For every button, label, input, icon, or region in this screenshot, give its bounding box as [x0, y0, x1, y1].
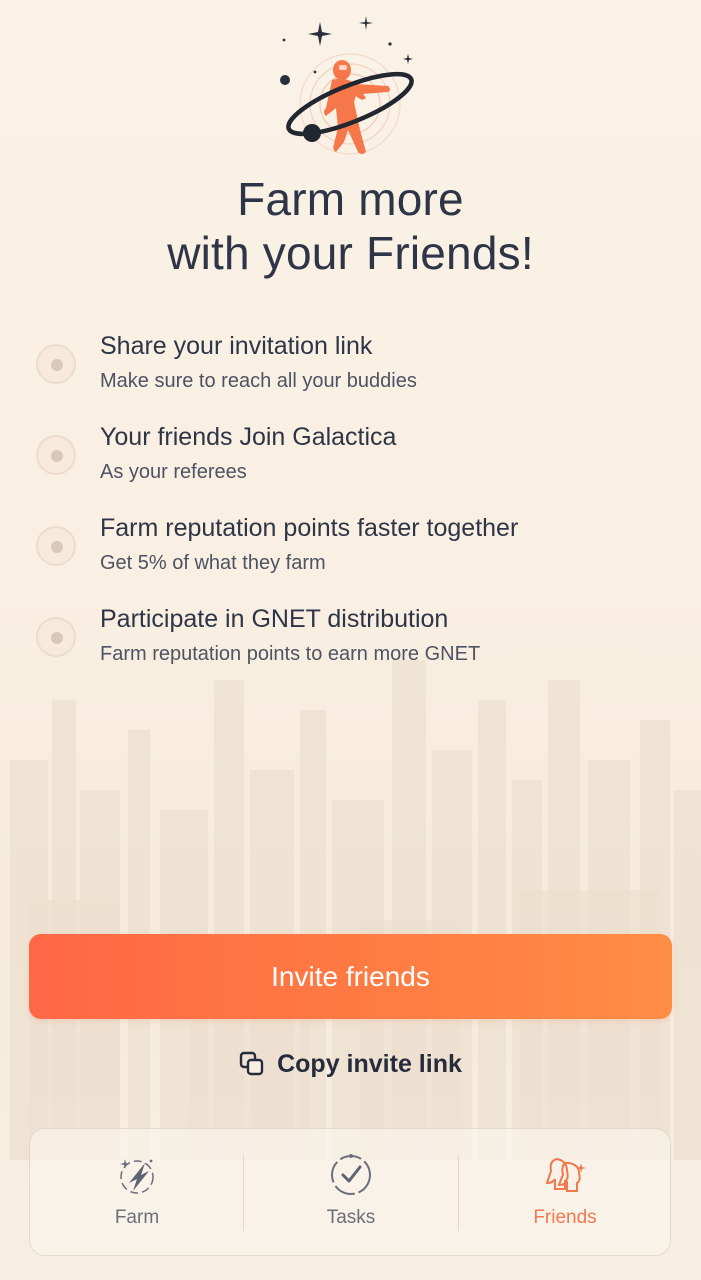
- bottom-tab-bar: Farm Tasks Friends: [29, 1128, 671, 1256]
- step-bullet-icon: [36, 526, 76, 566]
- step-title: Your friends Join Galactica: [100, 423, 397, 451]
- copy-invite-link-button[interactable]: Copy invite link: [0, 1044, 701, 1084]
- copy-icon: [239, 1051, 264, 1076]
- step-subtitle: Get 5% of what they farm: [100, 552, 326, 574]
- sparkle-icon: [308, 22, 332, 46]
- tab-label: Friends: [533, 1207, 597, 1228]
- step-title: Participate in GNET distribution: [100, 605, 449, 633]
- invite-friends-button[interactable]: Invite friends: [29, 934, 672, 1019]
- step-item-friends-join: Your friends Join Galactica As your refe…: [0, 413, 701, 493]
- tasks-icon: [331, 1154, 371, 1195]
- tab-label: Tasks: [326, 1207, 376, 1228]
- step-item-farm-together: Farm reputation points faster together G…: [0, 504, 701, 584]
- step-subtitle: Farm reputation points to earn more GNET: [100, 643, 481, 665]
- tab-friends[interactable]: Friends: [458, 1129, 672, 1257]
- page-headline: Farm more with your Friends!: [0, 172, 701, 280]
- step-item-gnet-distribution: Participate in GNET distribution Farm re…: [0, 595, 701, 675]
- tab-tasks[interactable]: Tasks: [244, 1129, 458, 1257]
- headline-line-2: with your Friends!: [167, 227, 534, 279]
- farm-icon: [120, 1159, 154, 1194]
- step-title: Farm reputation points faster together: [100, 514, 519, 542]
- step-bullet-icon: [36, 617, 76, 657]
- astronaut-illustration: [280, 16, 414, 155]
- friends-icon: [545, 1157, 586, 1192]
- tab-label: Farm: [114, 1207, 160, 1228]
- step-item-share-link: Share your invitation link Make sure to …: [0, 322, 701, 402]
- step-subtitle: As your referees: [100, 461, 247, 483]
- step-subtitle: Make sure to reach all your buddies: [100, 370, 417, 392]
- step-bullet-icon: [36, 344, 76, 384]
- copy-invite-link-label: Copy invite link: [277, 1049, 462, 1078]
- headline-line-1: Farm more: [237, 173, 464, 225]
- tab-farm[interactable]: Farm: [30, 1129, 244, 1257]
- step-bullet-icon: [36, 435, 76, 475]
- step-title: Share your invitation link: [100, 332, 373, 360]
